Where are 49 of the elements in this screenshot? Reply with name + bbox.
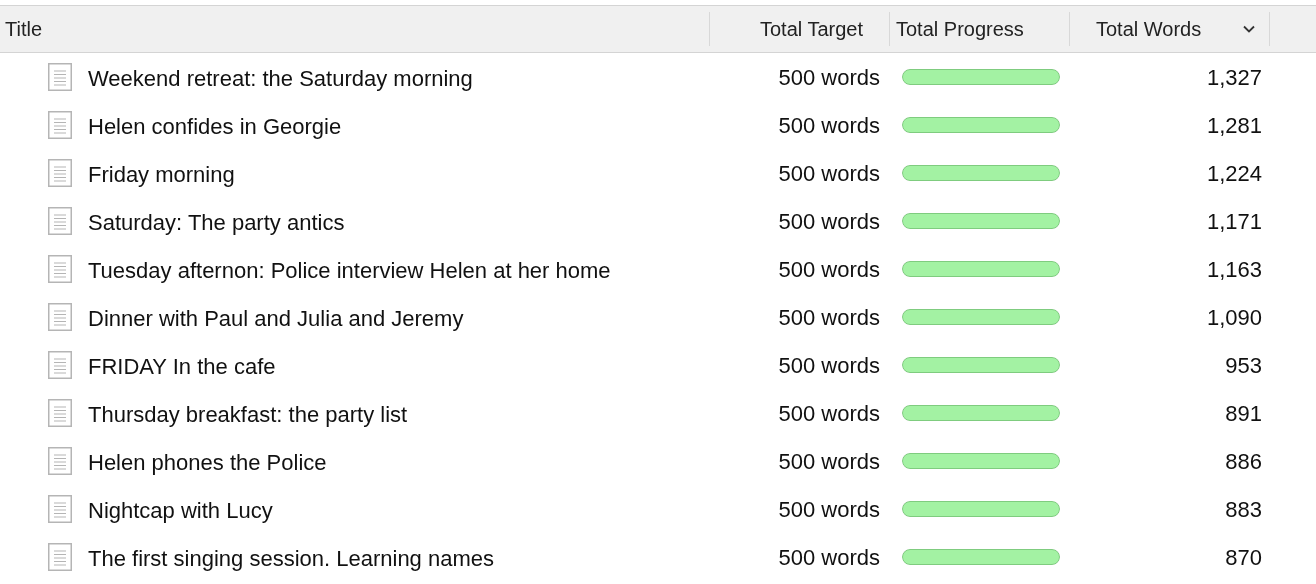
word-count: 886: [1225, 447, 1262, 476]
target-text: 500 words: [778, 255, 880, 284]
document-icon: [48, 159, 72, 187]
document-icon: [48, 207, 72, 235]
document-title: Weekend retreat: the Saturday morning: [88, 64, 473, 93]
target-text: 500 words: [778, 447, 880, 476]
document-title: Dinner with Paul and Julia and Jeremy: [88, 304, 464, 333]
document-icon: [48, 495, 72, 523]
target-text: 500 words: [778, 63, 880, 92]
document-title: Helen phones the Police: [88, 448, 327, 477]
document-title: Saturday: The party antics: [88, 208, 345, 237]
word-count: 870: [1225, 543, 1262, 572]
chevron-down-icon: [1243, 25, 1255, 33]
column-header[interactable]: Title: [0, 12, 710, 46]
target-text: 500 words: [778, 495, 880, 524]
target-text: 500 words: [778, 543, 880, 572]
word-count: 1,171: [1206, 207, 1262, 236]
word-count: 1,281: [1206, 111, 1262, 140]
word-count: 1,224: [1206, 159, 1262, 188]
document-title: FRIDAY In the cafe: [88, 352, 276, 381]
document-title: Tuesday afternon: Police interview Helen at her home: [88, 256, 611, 285]
target-text: 500 words: [778, 399, 880, 428]
word-count: 953: [1225, 351, 1262, 380]
word-count: 883: [1225, 495, 1262, 524]
word-count: 1,327: [1206, 63, 1262, 92]
column-header[interactable]: Total Words: [1070, 12, 1270, 46]
document-icon: [48, 255, 72, 283]
column-header[interactable]: Total Target: [710, 12, 890, 46]
document-icon: [48, 351, 72, 379]
target-text: 500 words: [778, 303, 880, 332]
document-icon: [48, 447, 72, 475]
word-count: 1,163: [1206, 255, 1262, 284]
document-icon: [48, 543, 72, 571]
target-text: 500 words: [778, 207, 880, 236]
document-icon: [48, 303, 72, 331]
word-count: 1,090: [1206, 303, 1262, 332]
document-title: Friday morning: [88, 160, 235, 189]
document-icon: [48, 399, 72, 427]
document-title: Nightcap with Lucy: [88, 496, 273, 525]
target-text: 500 words: [778, 111, 880, 140]
document-icon: [48, 111, 72, 139]
column-header[interactable]: Total Progress: [890, 12, 1070, 46]
target-text: 500 words: [778, 159, 880, 188]
document-title: Thursday breakfast: the party list: [88, 400, 408, 429]
document-icon: [48, 63, 72, 91]
target-text: 500 words: [778, 351, 880, 380]
document-title: The first singing session. Learning names: [88, 544, 494, 573]
document-title: Helen confides in Georgie: [88, 112, 342, 141]
word-count: 891: [1225, 399, 1262, 428]
